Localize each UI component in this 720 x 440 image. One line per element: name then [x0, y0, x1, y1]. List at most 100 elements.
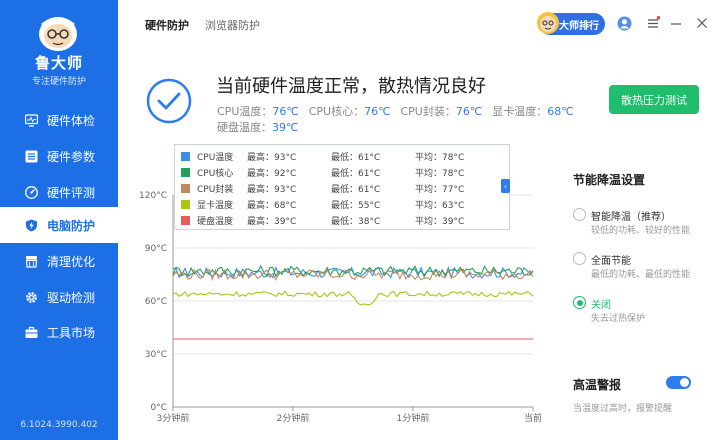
sidebar-item-label: 硬件评测 — [47, 185, 96, 200]
y-tick-label: 0°C — [150, 403, 167, 413]
monitor-icon — [25, 113, 38, 127]
legend-swatch — [181, 151, 190, 161]
sidebar-item-label: 电脑防护 — [47, 218, 96, 233]
temp-label: CPU温度： — [217, 105, 273, 118]
legend-swatch — [181, 167, 190, 177]
y-tick-label: 30°C — [145, 350, 167, 360]
sidebar-item-label: 工具市场 — [47, 325, 96, 340]
radio-off[interactable] — [573, 296, 586, 309]
temp-label: CPU封装： — [400, 105, 456, 118]
shield-bolt-icon — [26, 219, 37, 231]
broom-icon — [25, 255, 38, 268]
sidebar: 鲁大师 专注硬件防护 硬件体检 硬件参数 硬件评测 电脑防护 清理优化 驱动检测… — [0, 0, 118, 440]
high-temp-alarm-toggle[interactable] — [666, 376, 691, 389]
legend-row: 显卡温度 最高：68°C 最低：55°C 平均：63°C — [181, 197, 464, 211]
legend-series-name: CPU核心 — [197, 168, 234, 179]
app-logo-icon — [39, 17, 77, 51]
y-tick-label: 60°C — [145, 297, 167, 307]
sidebar-item-label: 硬件体检 — [47, 113, 96, 128]
legend-max: 最高：93°C — [247, 184, 297, 195]
cooling-settings-title: 节能降温设置 — [573, 173, 646, 187]
legend-max: 最高：68°C — [247, 200, 297, 211]
legend-min: 最低：61°C — [331, 168, 381, 179]
legend-row: 硬盘温度 最高：39°C 最低：38°C 平均：39°C — [181, 213, 464, 227]
legend-row: CPU核心 最高：92°C 最低：61°C 平均：78°C — [181, 165, 464, 179]
gear-icon — [26, 291, 37, 303]
option-desc: 较低的功耗、较好的性能 — [591, 226, 691, 236]
legend-max: 最高：39°C — [247, 216, 297, 227]
gauge-icon — [25, 185, 38, 199]
legend-avg: 平均：77°C — [415, 184, 465, 195]
legend-swatch — [181, 183, 190, 193]
radio-smart-cooling[interactable] — [573, 208, 586, 221]
sidebar-item-tool-market[interactable]: 工具市场 — [0, 314, 118, 350]
legend-avg: 平均：78°C — [415, 168, 465, 179]
cooling-stress-test-button[interactable]: 散热压力测试 — [609, 85, 699, 114]
temperature-summary-disk: 硬盘温度：39℃ — [217, 119, 308, 135]
toolbox-icon — [25, 326, 38, 338]
master-avatar-icon — [537, 12, 559, 34]
high-temp-alarm-desc: 当温度过高时，报警提醒 — [573, 404, 673, 414]
x-tick-label: 3分钟前 — [157, 412, 190, 424]
temp-value: 68℃ — [547, 105, 574, 118]
legend-swatch — [181, 215, 190, 225]
status-title: 当前硬件温度正常，散热情况良好 — [216, 76, 486, 97]
high-temp-alarm-title: 高温警报 — [573, 378, 622, 392]
rank-button[interactable]: 大师排行 — [537, 12, 605, 35]
tab-browser-protection[interactable]: 浏览器防护 — [205, 17, 260, 33]
x-tick-label: 当前 — [524, 412, 542, 424]
tab-hardware-protection[interactable]: 硬件防护 — [145, 17, 189, 33]
sidebar-item-label: 清理优化 — [47, 254, 96, 269]
legend-min: 最低：61°C — [331, 152, 381, 163]
option-desc: 最低的功耗、最低的性能 — [591, 270, 691, 280]
sidebar-item-cleanup[interactable]: 清理优化 — [0, 243, 118, 279]
y-tick-label: 120°C — [139, 191, 167, 201]
option-label[interactable]: 智能降温（推荐） — [591, 208, 671, 223]
option-desc: 失去过热保护 — [591, 314, 646, 324]
menu-icon[interactable] — [645, 14, 661, 32]
check-circle-icon — [146, 78, 192, 124]
temperature-summary: CPU温度：76℃ CPU核心：76℃ CPU封装：76℃ 显卡温度：68℃ — [217, 103, 584, 119]
x-tick-label: 2分钟前 — [277, 412, 310, 424]
legend-avg: 平均：39°C — [415, 216, 465, 227]
y-tick-label: 90°C — [145, 244, 167, 254]
sidebar-item-label: 驱动检测 — [47, 290, 96, 305]
version-label: 6.1024.3990.402 — [20, 420, 98, 430]
temp-value: 39℃ — [272, 121, 299, 134]
legend-series-name: 硬盘温度 — [197, 216, 234, 227]
radio-full-power-save[interactable] — [573, 252, 586, 265]
sidebar-item-driver-check[interactable]: 驱动检测 — [0, 279, 118, 315]
sidebar-item-hardware-params[interactable]: 硬件参数 — [0, 138, 118, 174]
legend-row: CPU温度 最高：93°C 最低：61°C 平均：78°C — [181, 149, 464, 163]
sidebar-item-label: 硬件参数 — [47, 149, 96, 164]
rank-button-label: 大师排行 — [559, 20, 599, 32]
legend-series-name: CPU封装 — [197, 184, 234, 195]
legend-min: 最低：38°C — [331, 216, 381, 227]
legend-min: 最低：61°C — [331, 184, 381, 195]
x-tick-label: 1分钟前 — [397, 412, 430, 424]
app-subtitle: 专注硬件防护 — [31, 77, 86, 87]
sidebar-item-hardware-check[interactable]: 硬件体检 — [0, 102, 118, 138]
legend-avg: 平均：78°C — [415, 152, 465, 163]
close-icon[interactable] — [694, 14, 710, 32]
legend-collapse-handle[interactable]: ‹ — [501, 179, 510, 193]
sidebar-item-hardware-eval[interactable]: 硬件评测 — [0, 174, 118, 210]
option-label[interactable]: 关闭 — [591, 296, 611, 311]
legend-min: 最低：55°C — [331, 200, 381, 211]
legend-swatch — [181, 199, 190, 209]
temp-value: 76℃ — [455, 105, 483, 118]
temp-value: 76℃ — [364, 105, 391, 118]
app-name: 鲁大师 — [34, 54, 83, 72]
user-account-icon[interactable] — [616, 14, 632, 32]
legend-series-name: CPU温度 — [197, 152, 234, 163]
list-icon — [25, 150, 38, 162]
legend-row: CPU封装 最高：93°C 最低：61°C 平均：77°C — [181, 181, 464, 195]
temp-label: 显卡温度： — [492, 105, 548, 118]
option-label[interactable]: 全面节能 — [591, 252, 631, 267]
temp-label: CPU核心： — [308, 105, 365, 118]
temp-value: 76℃ — [272, 105, 299, 118]
sidebar-item-pc-protection[interactable]: 电脑防护 — [0, 207, 118, 243]
series-line-3 — [172, 290, 534, 306]
minimize-icon[interactable] — [668, 14, 684, 32]
legend-avg: 平均：63°C — [415, 200, 465, 211]
